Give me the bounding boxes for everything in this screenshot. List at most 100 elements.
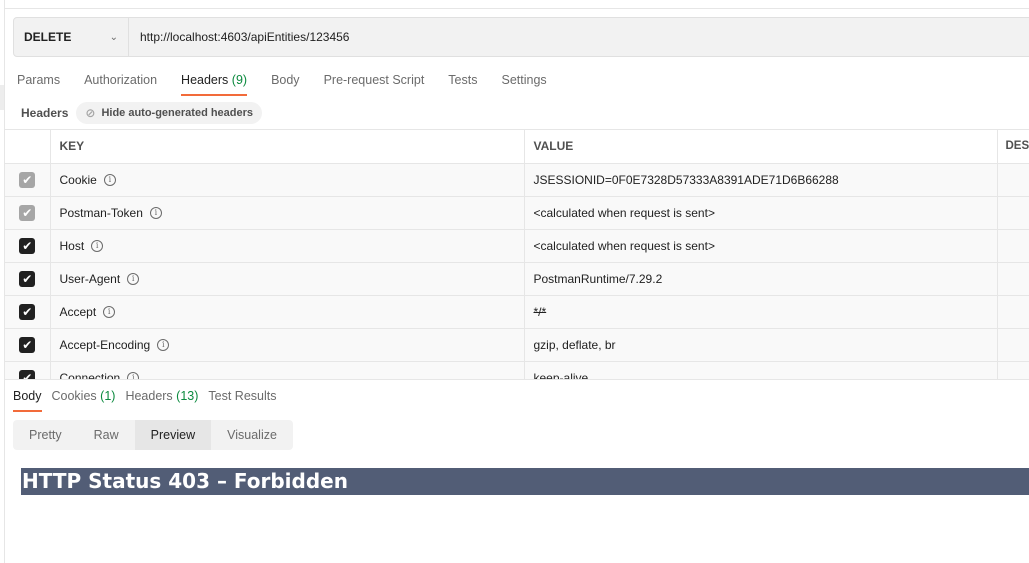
row-checkbox: ✔ bbox=[19, 171, 36, 188]
description-cell[interactable] bbox=[997, 295, 1029, 329]
value-cell[interactable]: <calculated when request is sent> bbox=[524, 196, 998, 230]
tab-label: Headers bbox=[181, 73, 229, 87]
info-icon[interactable]: i bbox=[157, 339, 170, 352]
row-checkbox-cell: ✔ bbox=[5, 295, 51, 329]
value-cell[interactable]: <calculated when request is sent> bbox=[524, 229, 998, 263]
tab-label: Params bbox=[17, 73, 61, 87]
tab-body[interactable]: Body bbox=[271, 72, 300, 96]
row-checkbox[interactable]: ✔ bbox=[19, 270, 36, 287]
rail-marker bbox=[0, 85, 4, 110]
view-preview[interactable]: Preview bbox=[134, 420, 212, 450]
tab-authorization[interactable]: Authorization bbox=[84, 72, 157, 96]
tab-label: Body bbox=[13, 389, 42, 403]
value-cell[interactable]: keep-alive bbox=[524, 361, 998, 379]
row-checkbox: ✔ bbox=[19, 204, 36, 221]
tab-label: Settings bbox=[501, 73, 547, 87]
response-tab-body[interactable]: Body bbox=[13, 388, 42, 412]
response-tabs: Body Cookies (1) Headers (13) Test Resul… bbox=[13, 388, 287, 412]
row-checkbox-cell: ✔ bbox=[5, 163, 51, 197]
tab-label: Pre-request Script bbox=[323, 73, 425, 87]
headers-title: Headers bbox=[21, 106, 69, 120]
response-tab-cookies[interactable]: Cookies (1) bbox=[52, 388, 116, 412]
tab-headers[interactable]: Headers (9) bbox=[181, 72, 248, 96]
request-bar: DELETE ⌄ http://localhost:4603/apiEntiti… bbox=[13, 17, 1029, 57]
tab-count: (1) bbox=[100, 389, 116, 403]
tab-settings[interactable]: Settings bbox=[501, 72, 546, 96]
tab-label: Test Results bbox=[208, 389, 277, 403]
value-cell[interactable]: */* bbox=[524, 295, 998, 329]
key-text: Connection bbox=[59, 370, 121, 380]
eye-slash-icon: ⊘ bbox=[85, 106, 96, 120]
key-cell[interactable]: Accept-Encoding i bbox=[50, 328, 525, 362]
tab-tests[interactable]: Tests bbox=[448, 72, 477, 96]
checkbox-column-header bbox=[5, 130, 51, 164]
method-select[interactable]: DELETE ⌄ bbox=[14, 18, 129, 56]
view-raw[interactable]: Raw bbox=[78, 420, 135, 450]
key-cell[interactable]: Connection i bbox=[50, 361, 525, 380]
preview-heading: HTTP Status 403 – Forbidden bbox=[21, 468, 1029, 495]
key-cell[interactable]: Cookie i bbox=[50, 163, 525, 197]
row-checkbox[interactable]: ✔ bbox=[19, 237, 36, 254]
tab-count: (13) bbox=[176, 389, 199, 403]
table-row: ✔ User-Agent i PostmanRuntime/7.29.2 bbox=[5, 262, 1029, 296]
description-cell[interactable] bbox=[997, 361, 1029, 379]
row-checkbox-cell: ✔ bbox=[5, 361, 51, 379]
chevron-down-icon: ⌄ bbox=[109, 31, 118, 43]
row-checkbox[interactable]: ✔ bbox=[19, 369, 36, 379]
tab-params[interactable]: Params bbox=[17, 72, 60, 96]
top-strip bbox=[5, 0, 1029, 9]
request-tabs: Params Authorization Headers (9) Body Pr… bbox=[17, 72, 571, 96]
value-cell[interactable]: JSESSIONID=0F0E7328D57333A8391ADE71D6B66… bbox=[524, 163, 998, 197]
view-visualize[interactable]: Visualize bbox=[211, 420, 293, 450]
response-tab-test-results[interactable]: Test Results bbox=[208, 388, 276, 412]
row-checkbox[interactable]: ✔ bbox=[19, 336, 36, 353]
tab-pre-request-script[interactable]: Pre-request Script bbox=[324, 72, 425, 96]
description-column-header: DES bbox=[997, 130, 1029, 164]
row-checkbox-cell: ✔ bbox=[5, 196, 51, 230]
info-icon[interactable]: i bbox=[127, 273, 140, 286]
view-pretty[interactable]: Pretty bbox=[13, 420, 78, 450]
table-header-row: KEY VALUE DES bbox=[5, 130, 1029, 164]
info-icon[interactable]: i bbox=[103, 174, 116, 187]
key-cell[interactable]: User-Agent i bbox=[50, 262, 525, 296]
value-column-header: VALUE bbox=[524, 130, 998, 164]
tab-label: Tests bbox=[448, 73, 478, 87]
key-text: Postman-Token bbox=[59, 205, 143, 220]
tab-label: Headers bbox=[125, 389, 173, 403]
table-row: ✔ Cookie i JSESSIONID=0F0E7328D57333A8391AD… bbox=[5, 163, 1029, 197]
description-cell[interactable] bbox=[997, 328, 1029, 362]
info-icon[interactable]: i bbox=[149, 207, 162, 220]
value-text: JSESSIONID=0F0E7328D57333A8391ADE71D6B66… bbox=[533, 172, 839, 187]
value-cell[interactable]: gzip, deflate, br bbox=[524, 328, 998, 362]
tab-count: (9) bbox=[231, 73, 248, 87]
key-cell[interactable]: Postman-Token i bbox=[50, 196, 525, 230]
info-icon[interactable]: i bbox=[91, 240, 104, 253]
row-checkbox-cell: ✔ bbox=[5, 262, 51, 296]
response-tab-headers[interactable]: Headers (13) bbox=[125, 388, 198, 412]
row-checkbox-cell: ✔ bbox=[5, 328, 51, 362]
headers-table: KEY VALUE DES ✔ Cookie i JSESSIONID=0F0E732… bbox=[5, 129, 1029, 379]
key-text: Cookie bbox=[59, 172, 97, 187]
method-label: DELETE bbox=[24, 30, 72, 44]
info-icon[interactable]: i bbox=[103, 306, 116, 319]
description-cell[interactable] bbox=[997, 262, 1029, 296]
tab-label: Cookies bbox=[51, 389, 97, 403]
row-checkbox[interactable]: ✔ bbox=[19, 303, 36, 320]
description-cell[interactable] bbox=[997, 163, 1029, 197]
key-text: Accept-Encoding bbox=[59, 337, 151, 352]
value-text: PostmanRuntime/7.29.2 bbox=[533, 271, 663, 286]
key-cell[interactable]: Host i bbox=[50, 229, 525, 263]
key-cell[interactable]: Accept i bbox=[50, 295, 525, 329]
description-cell[interactable] bbox=[997, 229, 1029, 263]
key-text: Accept bbox=[59, 304, 97, 319]
description-cell[interactable] bbox=[997, 196, 1029, 230]
headers-toolbar: Headers ⊘ Hide auto-generated headers bbox=[21, 102, 263, 124]
value-cell[interactable]: PostmanRuntime/7.29.2 bbox=[524, 262, 998, 296]
url-input[interactable]: http://localhost:4603/apiEntities/123456 bbox=[129, 30, 349, 44]
table-row: ✔ Postman-Token i <calculated when request … bbox=[5, 196, 1029, 230]
info-icon[interactable]: i bbox=[127, 372, 140, 379]
key-column-header: KEY bbox=[50, 130, 525, 164]
hide-auto-generated-button[interactable]: ⊘ Hide auto-generated headers bbox=[76, 102, 263, 124]
row-checkbox-cell: ✔ bbox=[5, 229, 51, 263]
value-text: gzip, deflate, br bbox=[533, 337, 616, 352]
